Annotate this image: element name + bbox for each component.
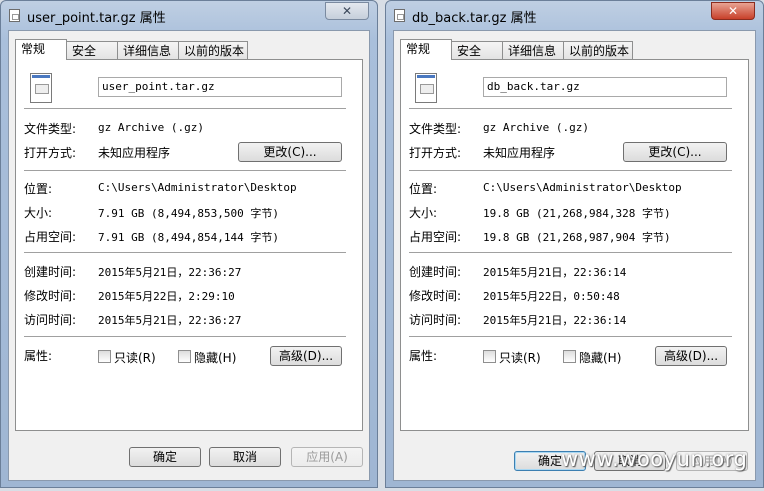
- opens-with-value: 未知应用程序: [98, 146, 171, 160]
- file-name-input[interactable]: db_back.tar.gz: [483, 77, 727, 97]
- tab-previous-versions[interactable]: 以前的版本: [563, 41, 633, 59]
- size-value: 7.91 GB (8,494,853,500 字节): [98, 207, 279, 220]
- file-name-input[interactable]: user_point.tar.gz: [98, 77, 342, 97]
- title-bar[interactable]: db_back.tar.gz 属性 ✕: [386, 1, 763, 29]
- apply-button[interactable]: 应用(A): [291, 447, 363, 467]
- close-button[interactable]: ✕: [711, 2, 755, 20]
- hidden-checkbox[interactable]: 隐藏(H): [178, 349, 236, 366]
- modified-value: 2015年5月22日，0:50:48: [483, 290, 620, 303]
- size-on-disk-value: 7.91 GB (8,494,854,144 字节): [98, 231, 279, 244]
- accessed-label: 访问时间:: [24, 313, 77, 327]
- file-type-value: gz Archive (.gz): [483, 121, 589, 134]
- general-panel: user_point.tar.gz 文件类型: gz Archive (.gz)…: [15, 59, 363, 431]
- cancel-button[interactable]: 取消: [209, 447, 281, 467]
- tab-previous-versions[interactable]: 以前的版本: [178, 41, 248, 59]
- location-label: 位置:: [409, 182, 438, 196]
- size-value: 19.8 GB (21,268,984,328 字节): [483, 207, 671, 220]
- file-type-label: 文件类型:: [24, 122, 77, 136]
- properties-window-db-back: db_back.tar.gz 属性 ✕ 常规 安全 详细信息 以前的版本 db_…: [385, 0, 764, 488]
- size-on-disk-label: 占用空间:: [24, 230, 77, 244]
- properties-window-user-point: user_point.tar.gz 属性 ✕ 常规 安全 详细信息 以前的版本 …: [0, 0, 378, 488]
- close-icon: ✕: [727, 4, 739, 18]
- divider: [409, 252, 732, 254]
- archive-file-icon: [30, 73, 52, 103]
- opens-with-label: 打开方式:: [409, 146, 462, 160]
- checkbox-box: [98, 350, 111, 363]
- hidden-checkbox[interactable]: 隐藏(H): [563, 349, 621, 366]
- accessed-label: 访问时间:: [409, 313, 462, 327]
- divider: [409, 108, 732, 110]
- accessed-value: 2015年5月21日，22:36:27: [98, 314, 242, 327]
- modified-label: 修改时间:: [24, 289, 77, 303]
- advanced-button[interactable]: 高级(D)...: [270, 346, 342, 366]
- location-label: 位置:: [24, 182, 53, 196]
- checkbox-box: [483, 350, 496, 363]
- divider: [24, 170, 346, 172]
- divider: [409, 336, 732, 338]
- archive-file-icon: [415, 73, 437, 103]
- tab-general[interactable]: 常规: [400, 39, 452, 60]
- opens-with-label: 打开方式:: [24, 146, 77, 160]
- size-on-disk-value: 19.8 GB (21,268,987,904 字节): [483, 231, 671, 244]
- change-button[interactable]: 更改(C)...: [623, 142, 727, 162]
- divider: [409, 170, 732, 172]
- window-title: db_back.tar.gz 属性: [412, 11, 537, 26]
- attributes-label: 属性:: [409, 349, 438, 363]
- close-icon: ✕: [341, 4, 353, 18]
- file-type-label: 文件类型:: [409, 122, 462, 136]
- location-value: C:\Users\Administrator\Desktop: [98, 181, 297, 194]
- modified-label: 修改时间:: [409, 289, 462, 303]
- dialog-body: 常规 安全 详细信息 以前的版本 user_point.tar.gz 文件类型:…: [8, 30, 370, 481]
- checkbox-box: [178, 350, 191, 363]
- tab-security[interactable]: 安全: [66, 41, 118, 59]
- general-panel: db_back.tar.gz 文件类型: gz Archive (.gz) 打开…: [400, 59, 749, 431]
- readonly-label: 只读(R): [499, 351, 541, 365]
- title-bar[interactable]: user_point.tar.gz 属性 ✕: [1, 1, 377, 29]
- location-value: C:\Users\Administrator\Desktop: [483, 181, 682, 194]
- created-value: 2015年5月21日，22:36:14: [483, 266, 627, 279]
- size-label: 大小:: [24, 206, 53, 220]
- window-title: user_point.tar.gz 属性: [27, 11, 166, 26]
- attributes-label: 属性:: [24, 349, 53, 363]
- divider: [24, 108, 346, 110]
- created-value: 2015年5月21日，22:36:27: [98, 266, 242, 279]
- hidden-label: 隐藏(H): [194, 351, 237, 365]
- tab-general[interactable]: 常规: [15, 39, 67, 60]
- modified-value: 2015年5月22日，2:29:10: [98, 290, 235, 303]
- divider: [24, 336, 346, 338]
- readonly-checkbox[interactable]: 只读(R): [98, 349, 156, 366]
- checkbox-box: [563, 350, 576, 363]
- advanced-button[interactable]: 高级(D)...: [655, 346, 727, 366]
- size-label: 大小:: [409, 206, 438, 220]
- created-label: 创建时间:: [24, 265, 77, 279]
- opens-with-value: 未知应用程序: [483, 146, 556, 160]
- readonly-checkbox[interactable]: 只读(R): [483, 349, 541, 366]
- change-button[interactable]: 更改(C)...: [238, 142, 342, 162]
- tab-details[interactable]: 详细信息: [117, 41, 179, 59]
- watermark: www.wooyun.org: [561, 447, 748, 471]
- file-type-value: gz Archive (.gz): [98, 121, 204, 134]
- divider: [24, 252, 346, 254]
- hidden-label: 隐藏(H): [579, 351, 622, 365]
- ok-button[interactable]: 确定: [129, 447, 201, 467]
- readonly-label: 只读(R): [114, 351, 156, 365]
- document-icon: [394, 9, 405, 22]
- document-icon: [9, 9, 20, 22]
- created-label: 创建时间:: [409, 265, 462, 279]
- accessed-value: 2015年5月21日，22:36:14: [483, 314, 627, 327]
- dialog-body: 常规 安全 详细信息 以前的版本 db_back.tar.gz 文件类型: gz…: [393, 30, 756, 481]
- tab-security[interactable]: 安全: [451, 41, 503, 59]
- close-button[interactable]: ✕: [325, 2, 369, 20]
- size-on-disk-label: 占用空间:: [409, 230, 462, 244]
- tab-details[interactable]: 详细信息: [502, 41, 564, 59]
